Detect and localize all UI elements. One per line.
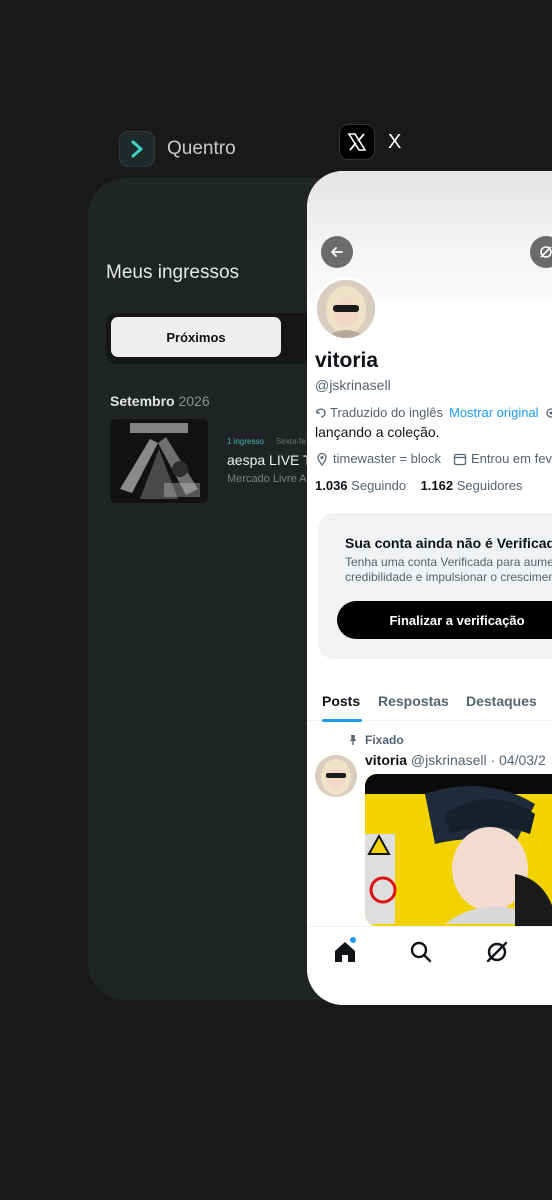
quentro-app-name: Quentro	[167, 138, 236, 159]
profile-location: timewaster = block	[333, 451, 442, 466]
profile-name: vitoria	[315, 349, 379, 372]
month-header: Setembro 2026	[110, 393, 210, 409]
verify-title: Sua conta ainda não é Verificada	[345, 535, 552, 551]
quentro-app-label[interactable]: Quentro	[119, 131, 236, 167]
x-app-card[interactable]: vitoria @jskrinasell Traduzido do inglês…	[307, 171, 552, 1005]
verify-description: Tenha uma conta Verificada para aumentar…	[345, 555, 552, 584]
finish-verification-button[interactable]: Finalizar a verificação	[337, 601, 552, 639]
profile-bio: lançando a coleção.	[315, 424, 440, 440]
profile-tabs: Posts Respostas Destaques	[307, 679, 552, 722]
pin-icon	[349, 735, 357, 745]
post-author-name[interactable]: vitoria	[365, 752, 407, 768]
post-meta: @jskrinasell · 04/03/2	[410, 752, 546, 768]
grok-icon	[540, 246, 552, 258]
profile-meta: timewaster = block Entrou em feve	[315, 451, 552, 466]
tab-posts[interactable]: Posts	[322, 693, 360, 709]
tab-highlights[interactable]: Destaques	[466, 693, 537, 709]
active-tab-indicator	[322, 719, 362, 722]
x-app-name: X	[388, 130, 402, 153]
pinned-label: Fixado	[365, 733, 404, 747]
settings-icon	[545, 407, 552, 418]
profile-joined: Entrou em feve	[471, 451, 552, 466]
event-day: Sexta-fe	[276, 437, 306, 446]
arrow-left-icon	[331, 247, 343, 257]
x-app-label[interactable]: X	[339, 124, 401, 160]
profile-handle: @jskrinasell	[315, 377, 391, 393]
grok-icon[interactable]	[484, 939, 510, 965]
post-header: vitoria @jskrinasell · 04/03/2	[365, 752, 546, 768]
home-icon[interactable]	[332, 939, 358, 965]
event-venue: Mercado Livre A	[227, 473, 307, 485]
page-title: Meus ingressos	[106, 262, 240, 283]
event-poster-thumbnail[interactable]	[110, 419, 208, 503]
follow-stats: 1.036 Seguindo 1.162 Seguidores	[315, 478, 523, 493]
year-label: 2026	[178, 393, 210, 409]
ticket-count: 1 ingresso	[227, 437, 264, 446]
show-original-link[interactable]: Mostrar original	[449, 405, 539, 420]
location-icon	[317, 452, 327, 466]
segment-upcoming[interactable]: Próximos	[111, 317, 281, 357]
tab-replies[interactable]: Respostas	[378, 693, 449, 709]
month-label: Setembro	[110, 393, 175, 409]
verification-prompt: Sua conta ainda não é Verificada Tenha u…	[318, 513, 552, 659]
back-button[interactable]	[321, 236, 353, 268]
translate-icon	[316, 407, 326, 418]
post-image[interactable]	[365, 774, 552, 926]
translation-notice: Traduzido do inglês Mostrar original	[315, 405, 552, 420]
post-author-avatar[interactable]	[315, 755, 357, 797]
following-link[interactable]: 1.036 Seguindo	[315, 478, 406, 493]
pinned-indicator: Fixado	[347, 733, 404, 747]
calendar-icon	[453, 453, 467, 465]
followers-link[interactable]: 1.162 Seguidores	[421, 478, 523, 493]
translated-label: Traduzido do inglês	[330, 405, 443, 420]
quentro-app-icon	[119, 131, 155, 167]
search-icon[interactable]	[408, 939, 434, 965]
x-logo-icon	[339, 124, 375, 160]
profile-avatar[interactable]	[314, 277, 378, 341]
bottom-navigation	[307, 926, 552, 1005]
event-name[interactable]: aespa LIVE T	[227, 452, 312, 468]
home-notification-dot	[350, 937, 356, 943]
app-switcher: Quentro Meus ingressos Próximos Setembro…	[0, 0, 552, 1200]
